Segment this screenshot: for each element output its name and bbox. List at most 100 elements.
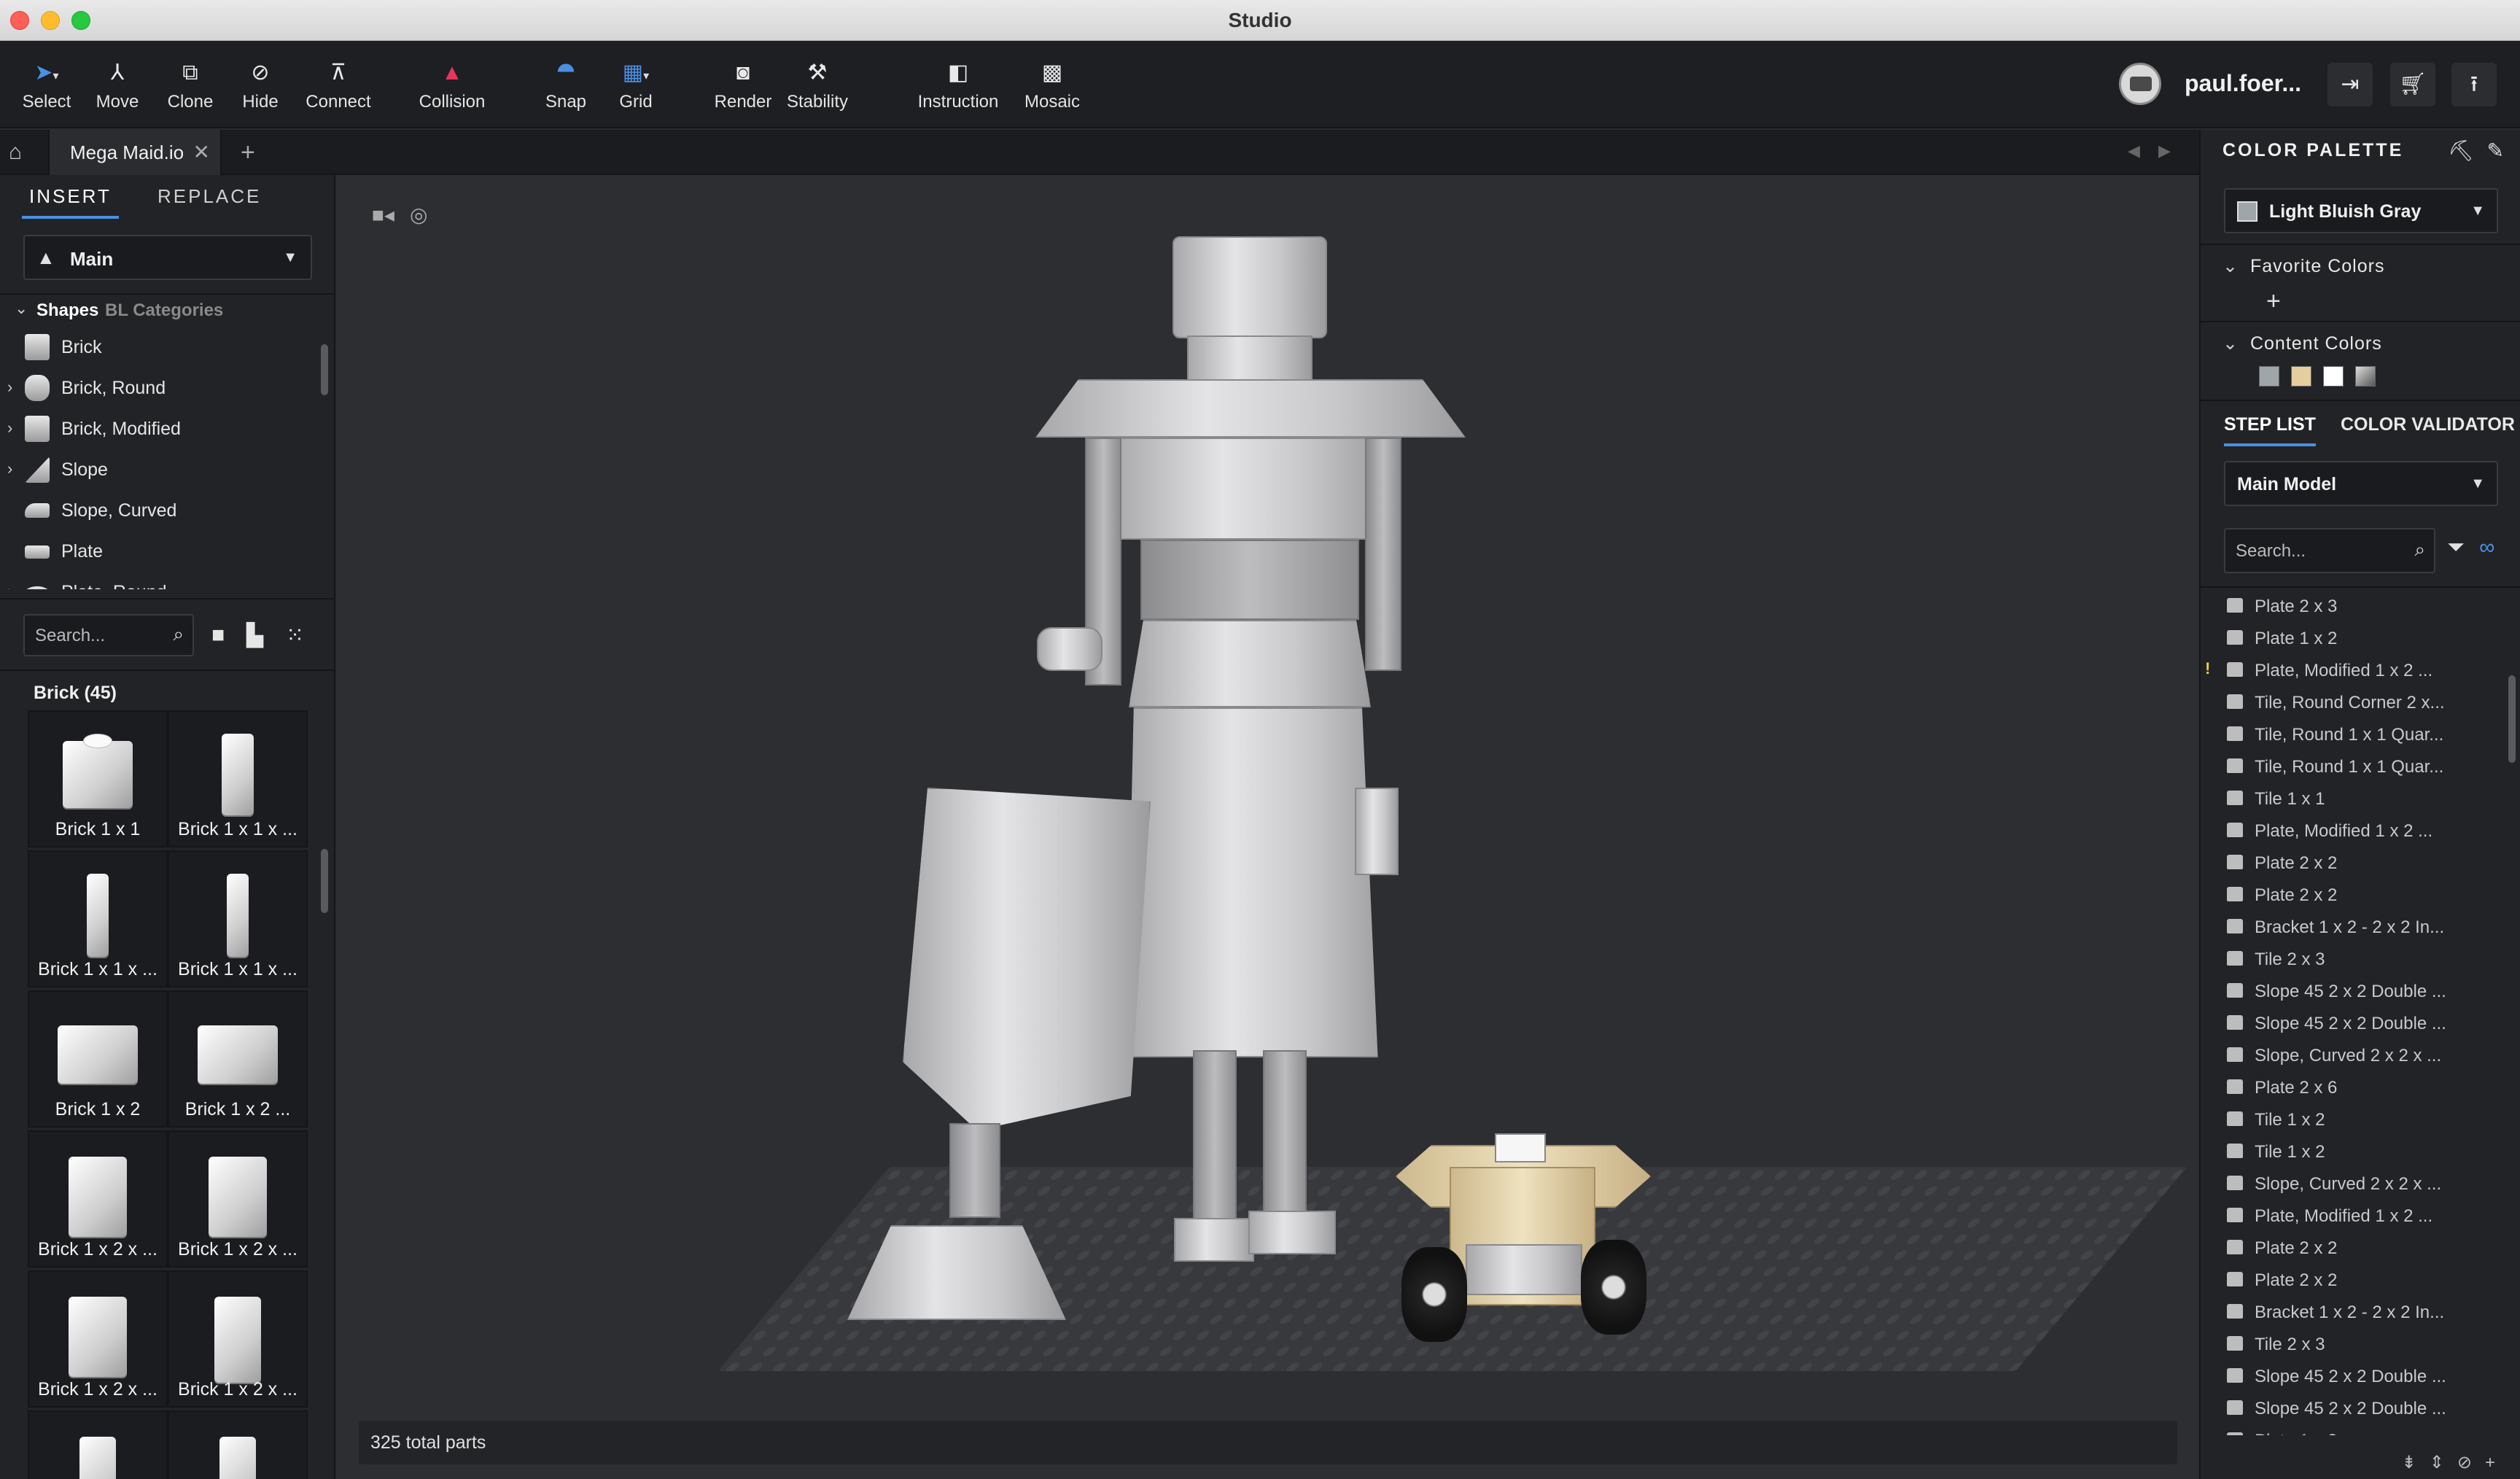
render-tool-button[interactable]: ◙ Render [713,58,773,117]
list-item[interactable]: › Slope [0,449,321,490]
step-list-item[interactable]: Tile 2 x 3 [2201,942,2507,974]
content-color-swatch[interactable] [2259,366,2279,387]
step-list-item[interactable]: Plate, Modified 1 x 2 ... [2201,814,2507,846]
list-item[interactable]: Slope, Curved [0,490,321,531]
tab-insert[interactable]: INSERT [22,185,119,219]
part-tile[interactable]: Brick 1 x 1 x ... [168,710,308,847]
brick-view-icon[interactable]: ▙ [246,623,263,648]
step-list-item[interactable]: Plate 2 x 2 [2201,1263,2507,1295]
step-list-item[interactable]: Tile, Round 1 x 1 Quar... [2201,718,2507,750]
mosaic-tool-button[interactable]: ▩ Mosaic [1022,58,1082,117]
part-tile[interactable]: Brick 1 x 2 x ... [28,1130,168,1268]
paint-roller-icon[interactable]: ⛏ [2448,139,2474,162]
step-list-item[interactable]: Tile, Round 1 x 1 Quar... [2201,750,2507,782]
chevron-right-icon[interactable]: › [7,378,12,397]
list-item[interactable]: Brick [0,327,321,368]
part-tile[interactable]: Brick 1 x 2 x ... [168,1270,308,1408]
instruction-tool-button[interactable]: ◧ Instruction [916,58,1000,117]
part-tile[interactable]: Brick 1 x 2 x ... [28,1270,168,1408]
part-tile[interactable] [28,1410,168,1479]
step-list-item[interactable]: Tile 1 x 1 [2201,782,2507,814]
chevron-right-icon[interactable]: › [7,419,12,438]
step-search-input[interactable]: Search... ⌕ [2224,528,2435,573]
content-colors-header[interactable]: ⌄ Content Colors [2222,333,2382,354]
tab-bl-categories[interactable]: BL Categories [105,300,223,321]
filter-icon[interactable]: ⏷ [2447,535,2465,560]
chevron-right-icon[interactable]: › [7,582,12,589]
step-list-item[interactable]: Plate 2 x 2 [2201,878,2507,910]
list-item[interactable]: › Plate, Round [0,572,321,589]
step-list-item[interactable]: Plate 1 x 2 [2201,621,2507,653]
cart-button[interactable]: 🛒︎ [2390,63,2435,106]
tab-step-list[interactable]: STEP LIST [2224,414,2316,446]
expand-all-icon[interactable]: ⇕ [2430,1453,2457,1472]
step-list-item[interactable]: Plate 2 x 2 [2201,846,2507,878]
part-tile[interactable] [168,1410,308,1479]
favorite-colors-header[interactable]: ⌄ Favorite Colors [2222,255,2384,277]
move-tool-button[interactable]: ⅄ Move [90,58,144,117]
chevron-down-icon[interactable]: ⌄ [15,299,28,318]
grid-tool-button[interactable]: ▦▾ Grid [612,58,659,117]
close-icon[interactable]: ✕ [193,140,210,164]
chevron-right-icon[interactable]: › [7,459,12,478]
tab-replace[interactable]: REPLACE [158,185,261,208]
step-list-item[interactable]: Plate, Modified 1 x 2 ... [2201,1199,2507,1231]
logout-button[interactable]: ⇥ [2328,63,2373,106]
tab-shapes[interactable]: Shapes [36,300,98,321]
stability-tool-button[interactable]: ⚒ Stability [785,58,850,117]
color-dropdown[interactable]: Light Bluish Gray ▼ [2224,188,2498,233]
step-list-item[interactable]: Slope, Curved 2 x 2 x ... [2201,1039,2507,1071]
select-tool-button[interactable]: ➤▾ Select [19,58,74,117]
home-icon[interactable]: ⌂ [9,140,22,165]
model-dropdown[interactable]: Main Model ▼ [2224,461,2498,506]
clone-tool-button[interactable]: ⧉ Clone [162,58,219,117]
step-list-item[interactable]: Slope 45 2 x 2 Double ... [2201,1006,2507,1039]
content-color-swatch[interactable] [2323,366,2344,387]
tab-scroll-left-icon[interactable]: ◀ [2128,141,2140,160]
scrollbar[interactable] [321,849,328,913]
part-tile[interactable]: Brick 1 x 2 [28,990,168,1127]
eyedropper-icon[interactable]: ✎ [2487,139,2504,162]
step-list-item[interactable]: Plate 2 x 6 [2201,1071,2507,1103]
reset-view-icon[interactable]: ◎ [410,203,427,227]
part-tile[interactable]: Brick 1 x 1 x ... [28,850,168,987]
content-color-swatch[interactable] [2291,366,2311,387]
step-list-item[interactable]: ! Plate, Modified 1 x 2 ... [2201,653,2507,686]
tab-mega-maid[interactable]: Mega Maid.io ✕ [48,130,222,175]
part-tile[interactable]: Brick 1 x 2 x ... [168,1130,308,1268]
step-list-item[interactable]: Slope 45 2 x 2 Double ... [2201,1391,2507,1424]
step-list-item[interactable]: Plate 1 x 2 [2201,1424,2507,1435]
list-item[interactable]: › Brick, Modified [0,408,321,449]
3d-viewport[interactable]: ■◂ ◎ 325 total parts [337,175,2199,1479]
add-favorite-color-button[interactable]: + [2266,287,2281,316]
step-list-item[interactable]: Tile 2 x 3 [2201,1327,2507,1359]
list-item[interactable]: Plate [0,531,321,572]
snap-tool-button[interactable]: ⯊ Snap [542,58,589,117]
palette-dropdown[interactable]: ▲ Main ▼ [23,235,312,280]
collision-tool-button[interactable]: ▲ Collision [416,58,489,117]
step-list-item[interactable]: Slope, Curved 2 x 2 x ... [2201,1167,2507,1199]
add-tab-icon[interactable]: + [241,139,255,167]
hide-tool-button[interactable]: ⊘ Hide [235,58,286,117]
step-list-item[interactable]: Tile, Round Corner 2 x... [2201,686,2507,718]
part-tile[interactable]: Brick 1 x 1 x ... [168,850,308,987]
connect-tool-button[interactable]: ⊼ Connect [302,58,375,117]
step-list-item[interactable]: Tile 1 x 2 [2201,1135,2507,1167]
part-tile[interactable]: Brick 1 x 1 [28,710,168,847]
content-color-swatch[interactable] [2355,366,2376,387]
step-list-item[interactable]: Bracket 1 x 2 - 2 x 2 In... [2201,910,2507,942]
scrollbar[interactable] [2508,675,2516,763]
grid-view-icon[interactable]: ⁙ [286,623,304,648]
add-step-icon[interactable]: + [2485,1453,2508,1472]
step-list-item[interactable]: Plate 2 x 3 [2201,589,2507,621]
tab-scroll-right-icon[interactable]: ▶ [2158,141,2171,160]
step-list-item[interactable]: Slope 45 2 x 2 Double ... [2201,1359,2507,1391]
step-list-item[interactable]: Bracket 1 x 2 - 2 x 2 In... [2201,1295,2507,1327]
scrollbar[interactable] [321,344,328,395]
color-view-icon[interactable]: ■ [211,623,225,648]
step-list-item[interactable]: Tile 1 x 2 [2201,1103,2507,1135]
upload-button[interactable]: ⭱ [2451,63,2497,106]
collapse-all-icon[interactable]: ⇟ [2402,1453,2430,1472]
user-account[interactable]: paul.foer... [2118,63,2301,106]
camera-icon[interactable]: ■◂ [372,203,394,227]
